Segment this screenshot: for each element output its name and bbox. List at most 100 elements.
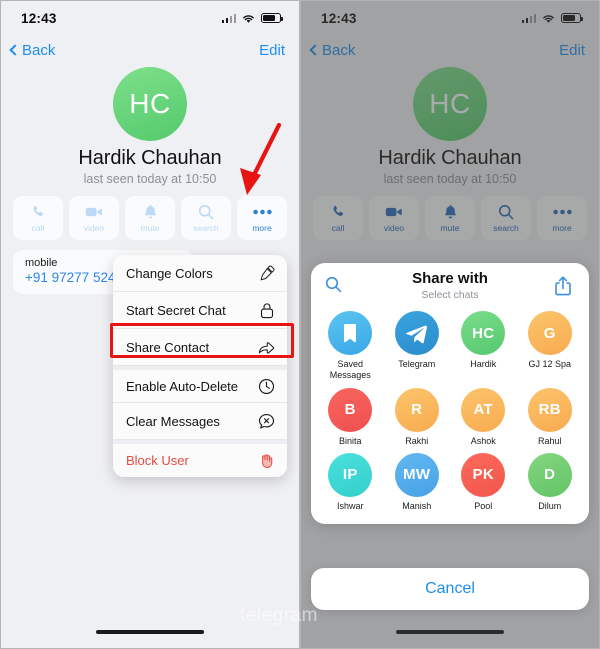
bell-icon: [443, 204, 458, 221]
chat-item[interactable]: AT Ashok: [450, 387, 517, 447]
block-hand-icon: [258, 452, 275, 469]
menu-item-label: Block User: [126, 453, 189, 468]
action-mute-button[interactable]: mute: [425, 196, 475, 240]
share-upload-icon[interactable]: [553, 275, 573, 297]
chat-item[interactable]: RB Rahul: [517, 387, 584, 447]
chat-item-label: Dilum: [538, 500, 562, 511]
wifi-icon: [243, 14, 254, 23]
menu-item-clear-messages[interactable]: Clear Messages: [113, 403, 287, 440]
menu-item-label: Share Contact: [126, 339, 210, 355]
ellipsis-icon: [252, 204, 272, 221]
chat-avatar: R: [394, 387, 439, 432]
avatar: HC: [113, 67, 187, 141]
chat-item[interactable]: Telegram: [384, 311, 451, 382]
search-icon: [498, 204, 514, 221]
action-call-label: call: [31, 222, 45, 233]
chat-item[interactable]: HC Hardik: [450, 311, 517, 382]
cellular-signal-icon: [221, 13, 236, 23]
menu-item-start-secret-chat[interactable]: Start Secret Chat: [113, 292, 287, 329]
chat-item-label: GJ 12 Spa: [528, 359, 572, 369]
action-mute-label: mute: [140, 222, 160, 233]
action-call-button[interactable]: call: [313, 196, 363, 240]
share-sheet-header: Share with Select chats: [311, 263, 589, 309]
telegram-plane-icon: [394, 311, 439, 355]
chat-item-label: Saved Messages: [329, 359, 371, 381]
menu-item-label: Clear Messages: [126, 413, 220, 429]
chat-avatar: AT: [461, 387, 506, 432]
chat-item-label: Ishwar: [336, 500, 364, 511]
chat-item-label: Telegram: [398, 359, 436, 369]
chat-list-grid: Saved Messages Telegram HC Hardik G GJ 12 Spa…: [311, 309, 589, 516]
battery-icon: [261, 13, 283, 23]
left-phone-panel: 12:43 Back Edit HC Hardik Chauhan last s: [0, 0, 300, 649]
bookmark-icon: [328, 311, 373, 355]
chevron-left-icon: [309, 44, 321, 56]
action-mute-button[interactable]: mute: [125, 196, 175, 240]
chat-item[interactable]: PK Pool: [450, 452, 517, 512]
status-icons: [521, 13, 583, 24]
action-video-button[interactable]: video: [369, 196, 419, 240]
action-search-label: search: [193, 222, 219, 233]
chat-item[interactable]: Saved Messages: [317, 311, 384, 382]
action-more-label: more: [252, 222, 272, 233]
chat-avatar: IP: [328, 452, 373, 497]
menu-item-enable-auto-delete[interactable]: Enable Auto-Delete: [113, 366, 287, 403]
back-button[interactable]: Back: [9, 41, 56, 59]
share-sheet-subtitle: Select chats: [421, 288, 479, 301]
share-sheet-title-block: Share with Select chats: [412, 271, 488, 301]
profile-header-right: HC Hardik Chauhan last seen today at 10:…: [301, 65, 599, 186]
menu-item-label: Start Secret Chat: [126, 302, 226, 318]
chat-avatar: HC: [461, 311, 506, 355]
status-bar-right: 12:43: [301, 1, 599, 35]
search-icon: [198, 204, 214, 221]
wifi-icon: [543, 14, 554, 23]
share-arrow-icon: [258, 339, 275, 356]
back-label: Back: [322, 41, 356, 59]
action-mute-label: mute: [440, 222, 460, 233]
action-call-button[interactable]: call: [13, 196, 63, 240]
bell-icon: [143, 204, 158, 221]
nav-bar-left: Back Edit: [1, 35, 299, 65]
menu-item-share-contact[interactable]: Share Contact: [113, 329, 287, 366]
chat-item-label: Rakhi: [405, 435, 429, 446]
edit-button[interactable]: Edit: [559, 42, 585, 59]
avatar: HC: [413, 67, 487, 141]
menu-item-change-colors[interactable]: Change Colors: [113, 255, 287, 292]
back-button[interactable]: Back: [309, 41, 356, 59]
action-call-label: call: [331, 222, 345, 233]
action-more-button[interactable]: more: [537, 196, 587, 240]
action-button-row-right: call video mute search more: [301, 186, 599, 240]
annotation-arrow-to-more: [229, 123, 289, 205]
share-sheet: Share with Select chats Saved Messages Te…: [311, 263, 589, 524]
right-phone-panel: 12:43 Back Edit HC Hardik Chauhan last s: [300, 0, 600, 649]
chat-item[interactable]: G GJ 12 Spa: [517, 311, 584, 382]
chat-item[interactable]: B Binita: [317, 387, 384, 447]
action-video-label: video: [383, 222, 405, 233]
chat-item-label: Ashok: [470, 435, 496, 446]
menu-item-label: Change Colors: [126, 265, 213, 281]
back-label: Back: [22, 41, 56, 59]
search-icon[interactable]: [325, 276, 342, 293]
chat-item[interactable]: IP Ishwar: [317, 452, 384, 512]
menu-item-block-user[interactable]: Block User: [113, 440, 287, 477]
action-video-label: video: [83, 222, 105, 233]
screenshot-root: 12:43 Back Edit HC Hardik Chauhan last s: [0, 0, 600, 649]
action-video-button[interactable]: video: [69, 196, 119, 240]
chat-item[interactable]: R Rakhi: [384, 387, 451, 447]
timer-icon: [258, 378, 275, 395]
action-search-button[interactable]: search: [181, 196, 231, 240]
nav-bar-right: Back Edit: [301, 35, 599, 65]
menu-item-label: Enable Auto-Delete: [126, 378, 239, 394]
chat-item[interactable]: MW Manish: [384, 452, 451, 512]
chat-item[interactable]: D Dilum: [517, 452, 584, 512]
status-time: 12:43: [21, 10, 57, 26]
battery-icon: [561, 13, 583, 23]
chat-item-label: Hardik: [470, 359, 497, 369]
edit-button[interactable]: Edit: [259, 42, 285, 59]
home-indicator-left: [96, 629, 204, 634]
phone-icon: [330, 204, 346, 221]
action-search-label: search: [493, 222, 519, 233]
chat-avatar: G: [527, 311, 572, 355]
action-search-button[interactable]: search: [481, 196, 531, 240]
cancel-button[interactable]: Cancel: [311, 568, 589, 610]
